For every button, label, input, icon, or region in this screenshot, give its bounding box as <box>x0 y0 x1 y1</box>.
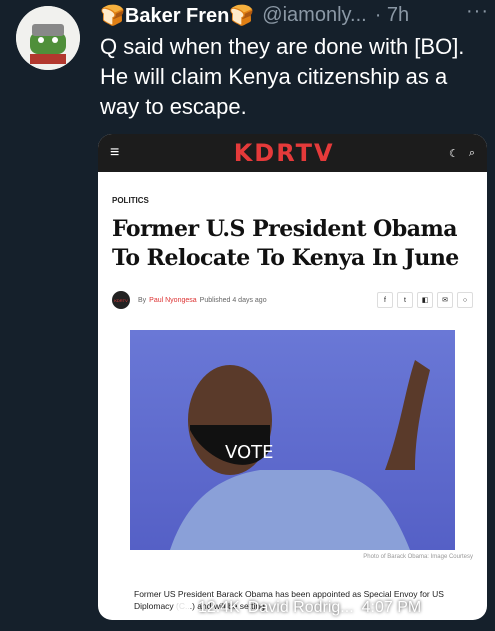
handle[interactable]: @iamonly... <box>262 4 366 27</box>
author-name: Paul Nyongesa <box>149 296 197 304</box>
share-buttons: f t ◧ ✉ ○ <box>377 292 473 308</box>
moon-icon[interactable]: ☾ <box>449 147 459 160</box>
article-headline: Former U.S President Obama To Relocate T… <box>112 216 459 271</box>
article-photo: VOTE <box>130 330 455 550</box>
article-category: POLITICS <box>112 196 149 205</box>
media-overlay: 12.4K David Rodrig... 4:07 PM <box>176 596 486 620</box>
email-icon: ✉ <box>437 292 453 308</box>
whatsapp-icon: ○ <box>457 292 473 308</box>
site-header: ≡ KDRTV ☾ ⌕ <box>98 134 487 172</box>
overlay-author: David Rodrig... <box>247 599 354 616</box>
view-count: 12.4K <box>198 599 240 616</box>
facebook-icon: f <box>377 292 393 308</box>
byline: KDRTV By Paul Nyongesa Published 4 days … <box>112 289 473 311</box>
timestamp[interactable]: · 7h <box>375 4 409 27</box>
views-icon <box>176 601 190 615</box>
more-options-icon[interactable]: ··· <box>466 0 489 23</box>
overlay-time: 4:07 PM <box>361 599 422 616</box>
search-icon[interactable]: ⌕ <box>469 147 475 160</box>
avatar[interactable] <box>16 6 80 70</box>
display-name[interactable]: 🍞Baker Fren🍞 <box>100 3 254 28</box>
byline-by: By <box>138 296 147 304</box>
avatar-image <box>16 6 80 70</box>
mask-text: VOTE <box>225 442 274 463</box>
tweet-text: Q said when they are done with [BO]. He … <box>100 34 465 119</box>
menu-icon[interactable]: ≡ <box>110 144 119 162</box>
published-time: Published 4 days ago <box>199 296 267 304</box>
article: POLITICS Former U.S President Obama To R… <box>98 196 487 311</box>
flipboard-icon: ◧ <box>417 292 433 308</box>
tweet-header: 🍞Baker Fren🍞 @iamonly... · 7h <box>100 2 490 28</box>
photo-caption: Photo of Barack Obama: Image Courtesy <box>363 554 473 560</box>
byline-logo: KDRTV <box>112 291 130 309</box>
twitter-icon: t <box>397 292 413 308</box>
site-logo: KDRTV <box>233 139 335 167</box>
tweet-media[interactable]: ≡ KDRTV ☾ ⌕ POLITICS Former U.S Presiden… <box>98 134 487 620</box>
